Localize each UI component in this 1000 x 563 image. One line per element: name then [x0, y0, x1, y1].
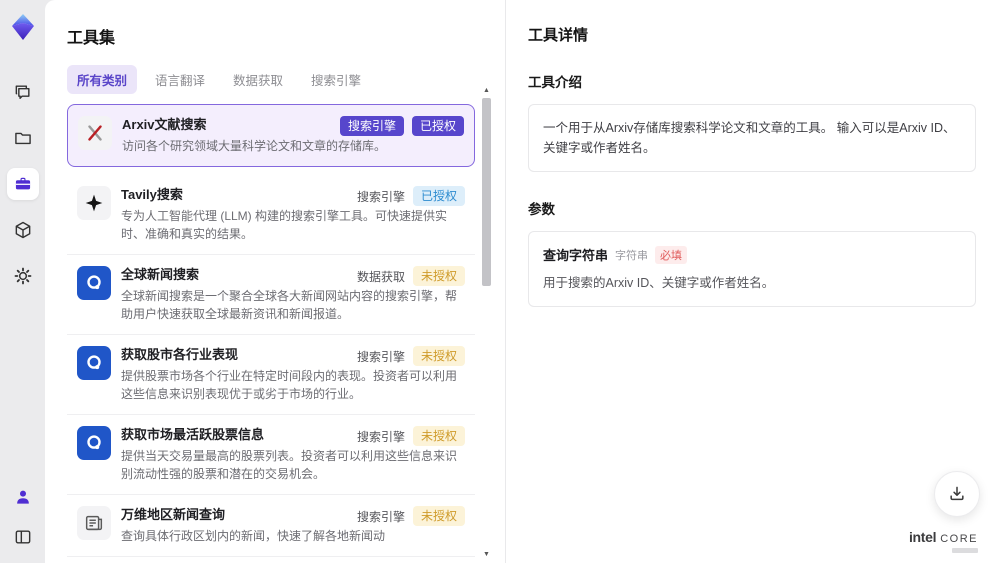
scrollbar-thumb[interactable] [482, 98, 491, 286]
tool-description: 访问各个研究领域大量科学论文和文章的存储库。 [122, 139, 387, 153]
blue-search-icon [77, 426, 111, 460]
intro-box: 一个用于从Arxiv存储库搜索科学论文和文章的工具。 输入可以是Arxiv ID… [528, 104, 976, 172]
tavily-star-icon [77, 186, 111, 220]
sidebar-item-tools[interactable] [6, 168, 39, 200]
tool-title: 获取市场最活跃股票信息 [121, 427, 265, 442]
tool-badges: 搜索引擎 已授权 [357, 186, 465, 206]
auth-status-badge: 已授权 [412, 186, 465, 206]
param-header: 查询字符串 字符串 必填 [543, 245, 961, 264]
auth-status-badge: 已授权 [411, 116, 464, 136]
param-box: 查询字符串 字符串 必填 用于搜索的Arxiv ID、关键字或作者姓名。 [528, 231, 976, 307]
intel-word: intel [908, 529, 937, 545]
newspaper-icon [77, 506, 111, 540]
tool-description: 提供股票市场各个行业在特定时间段内的表现。投资者可以利用这些信息来识别表现优于或… [121, 369, 458, 401]
panel-toggle-icon [15, 530, 30, 544]
scrollbar-up-arrow[interactable]: ▲ [481, 86, 492, 96]
tool-list: Arxiv文献搜索 访问各个研究领域大量科学论文和文章的存储库。 搜索引擎 已授… [67, 104, 475, 557]
intro-heading: 工具介绍 [528, 75, 582, 90]
chat-icon [15, 85, 30, 99]
gear-icon [14, 267, 31, 285]
intel-core-wordmark: intel CORE [909, 529, 978, 545]
tab-search-engine[interactable]: 搜索引擎 [301, 65, 371, 94]
sidebar-item-settings[interactable] [7, 260, 39, 292]
category-label: 搜索引擎 [356, 429, 405, 444]
download-icon [950, 486, 964, 501]
user-icon [16, 490, 29, 504]
page-title: 工具集 [67, 30, 116, 47]
package-icon [15, 221, 30, 239]
sidebar-item-chat[interactable] [7, 76, 39, 108]
tool-card-sector-performance[interactable]: 获取股市各行业表现 提供股票市场各个行业在特定时间段内的表现。投资者可以利用这些… [67, 335, 475, 415]
download-button[interactable] [934, 471, 980, 517]
app-logo [8, 12, 38, 42]
sidebar-bottom [7, 481, 39, 553]
detail-title: 工具详情 [528, 27, 589, 44]
tool-title: 万维地区新闻查询 [121, 507, 226, 522]
blue-search-icon [77, 266, 111, 300]
tool-title: 获取股市各行业表现 [121, 347, 239, 362]
tool-card-global-news[interactable]: 全球新闻搜索 全球新闻搜索是一个聚合全球各大新闻网站内容的搜索引擎，帮助用户快速… [67, 255, 475, 335]
arxiv-chi-icon [78, 116, 112, 150]
category-label: 搜索引擎 [356, 349, 405, 364]
tool-badges: 搜索引擎 未授权 [357, 426, 465, 446]
tool-badges: 数据获取 未授权 [357, 266, 465, 286]
blue-search-icon [77, 346, 111, 380]
left-sidebar [0, 0, 45, 563]
category-tabs: 所有类别 语言翻译 数据获取 搜索引擎 [67, 65, 505, 94]
tool-description: 提供当天交易量最高的股票列表。投资者可以利用这些信息来识别流动性强的股票和潜在的… [121, 449, 458, 481]
param-description: 用于搜索的Arxiv ID、关键字或作者姓名。 [543, 276, 775, 290]
auth-status-badge: 未授权 [412, 266, 465, 286]
tool-card-most-active-stocks[interactable]: 获取市场最活跃股票信息 提供当天交易量最高的股票列表。投资者可以利用这些信息来识… [67, 415, 475, 495]
category-label: 数据获取 [356, 269, 405, 284]
sparkle-gem-logo [11, 14, 34, 40]
tool-list-pane: 工具集 所有类别 语言翻译 数据获取 搜索引擎 Arxiv文献搜索 访问各个研究… [45, 0, 505, 563]
params-heading: 参数 [528, 202, 555, 217]
intel-core-logo: intel CORE [909, 529, 978, 553]
tool-badges: 搜索引擎 已授权 [339, 116, 464, 136]
param-name: 查询字符串 [543, 248, 609, 263]
tool-title: 全球新闻搜索 [121, 267, 200, 282]
auth-status-badge: 未授权 [412, 506, 465, 526]
toolbox-icon [15, 177, 30, 190]
tool-detail-pane: 工具详情 工具介绍 一个用于从Arxiv存储库搜索科学论文和文章的工具。 输入可… [505, 0, 1000, 563]
category-badge: 搜索引擎 [339, 116, 404, 136]
tool-description: 专为人工智能代理 (LLM) 构建的搜索引擎工具。可快速提供实时、准确和真实的结… [121, 209, 448, 241]
intel-ultra-mark [952, 548, 978, 553]
tool-card-regional-news[interactable]: 万维地区新闻查询 查询具体行政区划内的新闻，快速了解各地新闻动 搜索引擎 未授权 [67, 495, 475, 557]
tool-card-tavily[interactable]: Tavily搜索 专为人工智能代理 (LLM) 构建的搜索引擎工具。可快速提供实… [67, 175, 475, 255]
category-label: 搜索引擎 [356, 509, 405, 524]
tool-title: Tavily搜索 [121, 187, 183, 202]
category-label: 搜索引擎 [356, 189, 405, 204]
tool-description: 查询具体行政区划内的新闻，快速了解各地新闻动 [121, 529, 386, 543]
param-required-badge: 必填 [655, 245, 688, 264]
tool-card-arxiv[interactable]: Arxiv文献搜索 访问各个研究领域大量科学论文和文章的存储库。 搜索引擎 已授… [67, 104, 475, 167]
scrollbar-down-arrow[interactable]: ▼ [481, 550, 492, 560]
sidebar-item-account[interactable] [7, 481, 39, 513]
sidebar-item-files[interactable] [7, 122, 39, 154]
tool-title: Arxiv文献搜索 [122, 117, 207, 132]
sidebar-item-packages[interactable] [7, 214, 39, 246]
core-word: CORE [940, 533, 978, 545]
main-content: 工具集 所有类别 语言翻译 数据获取 搜索引擎 Arxiv文献搜索 访问各个研究… [45, 0, 1000, 563]
list-scrollbar: ▲ ▼ [481, 86, 492, 560]
auth-status-badge: 未授权 [412, 426, 465, 446]
folder-icon [14, 132, 31, 145]
param-type: 字符串 [615, 249, 649, 262]
auth-status-badge: 未授权 [412, 346, 465, 366]
tab-all-categories[interactable]: 所有类别 [67, 65, 138, 94]
intro-text: 一个用于从Arxiv存储库搜索科学论文和文章的工具。 输入可以是Arxiv ID… [543, 121, 956, 155]
sidebar-item-collapse[interactable] [7, 521, 39, 553]
tool-description: 全球新闻搜索是一个聚合全球各大新闻网站内容的搜索引擎，帮助用户快速获取全球最新资… [121, 289, 458, 321]
tool-badges: 搜索引擎 未授权 [357, 346, 465, 366]
sidebar-nav [6, 76, 39, 292]
tab-language-translation[interactable]: 语言翻译 [145, 65, 215, 94]
tab-data-fetch[interactable]: 数据获取 [223, 65, 293, 94]
tool-badges: 搜索引擎 未授权 [357, 506, 465, 526]
